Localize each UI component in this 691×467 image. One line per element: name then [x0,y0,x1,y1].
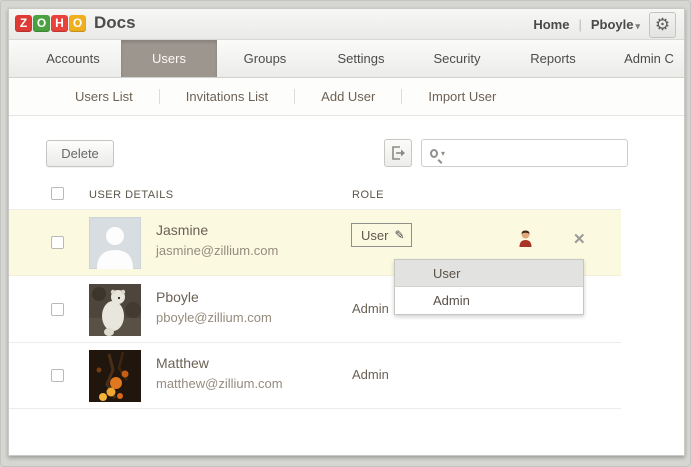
sub-nav: Users List Invitations List Add User Imp… [9,78,684,116]
home-link[interactable]: Home [533,17,569,32]
tab-security[interactable]: Security [409,40,505,78]
user-person-icon[interactable] [517,229,534,248]
main-tab-bar: Accounts Users Groups Settings Security … [9,40,684,78]
search-icon [430,149,438,158]
table-row: Matthew matthew@zillium.com Admin [9,343,621,409]
user-email: jasmine@zillium.com [156,243,278,258]
user-name: Pboyle [156,289,199,305]
subnav-import-user[interactable]: Import User [401,89,522,104]
subnav-invitations-list[interactable]: Invitations List [159,89,294,104]
column-header-user-details: USER DETAILS [89,189,174,201]
search-box: ▾ [421,139,628,167]
avatar [89,217,141,269]
zoho-logo: Z O H O Docs [15,13,136,33]
role-edit-button[interactable]: User ✎ [351,223,412,247]
table-header: USER DETAILS ROLE [9,181,621,210]
row-checkbox[interactable] [51,369,64,382]
user-email: matthew@zillium.com [156,376,283,391]
export-button[interactable] [384,139,412,167]
select-all-checkbox[interactable] [51,187,64,200]
tab-users[interactable]: Users [121,40,217,78]
column-header-role: ROLE [352,189,384,201]
avatar [89,350,141,402]
logo-tile-h: H [51,15,68,32]
subnav-add-user[interactable]: Add User [294,89,401,104]
tab-groups[interactable]: Groups [217,40,313,78]
role-option-admin[interactable]: Admin [395,287,583,314]
role-value: Admin [352,367,389,382]
tab-settings[interactable]: Settings [313,40,409,78]
search-input[interactable] [445,140,627,166]
subnav-users-list[interactable]: Users List [49,89,159,104]
page: Z O H O Docs Home | Pboyle▾ ⚙ Accounts U… [8,8,685,456]
header-separator: | [578,17,581,32]
tab-admin-console[interactable]: Admin C [601,40,684,78]
delete-button[interactable]: Delete [46,140,114,167]
row-checkbox[interactable] [51,303,64,316]
logo-tile-o2: O [69,15,86,32]
logo-tile-o1: O [33,15,50,32]
product-name: Docs [94,13,136,33]
logo-tile-z: Z [15,15,32,32]
user-name: Jasmine [156,222,208,238]
user-menu[interactable]: Pboyle▾ [591,17,640,32]
close-icon[interactable]: ✕ [573,232,586,247]
role-value: User [361,228,388,243]
user-name: Matthew [156,355,209,371]
role-dropdown: User Admin [394,259,584,315]
avatar [89,284,141,336]
edit-pencil-icon: ✎ [394,228,404,242]
chevron-down-icon: ▾ [635,21,640,31]
tab-accounts[interactable]: Accounts [25,40,121,78]
top-header-bar: Z O H O Docs Home | Pboyle▾ ⚙ [9,9,684,40]
tab-reports[interactable]: Reports [505,40,601,78]
gear-icon: ⚙ [655,16,670,33]
row-checkbox[interactable] [51,236,64,249]
export-icon [389,144,407,162]
settings-gear-button[interactable]: ⚙ [649,12,676,38]
role-value: Admin [352,301,389,316]
user-menu-label: Pboyle [591,17,634,32]
role-option-user[interactable]: User [395,260,583,287]
user-email: pboyle@zillium.com [156,310,272,325]
window-frame: Z O H O Docs Home | Pboyle▾ ⚙ Accounts U… [0,0,691,467]
